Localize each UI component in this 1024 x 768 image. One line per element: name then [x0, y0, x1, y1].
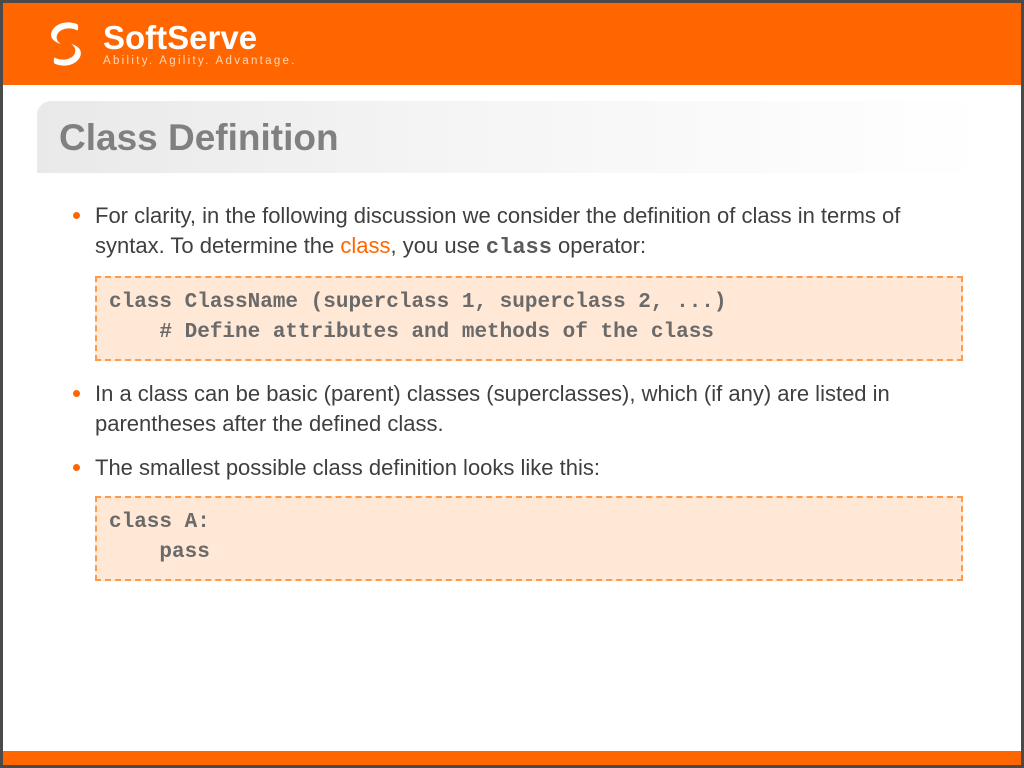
bullet-1: For clarity, in the following discussion…: [73, 201, 963, 262]
bullet-2: In a class can be basic (parent) classes…: [73, 379, 963, 438]
bullet-1-highlight: class: [340, 233, 390, 258]
title-bar: Class Definition: [37, 101, 987, 173]
code-2-line-1: class A:: [109, 511, 210, 534]
brand-tagline: Ability. Agility. Advantage.: [103, 56, 297, 68]
brand-logo: SoftServe Ability. Agility. Advantage.: [37, 18, 297, 70]
code-2-line-2: pass: [109, 541, 210, 564]
slide-title: Class Definition: [59, 117, 965, 159]
slide: SoftServe Ability. Agility. Advantage. C…: [3, 3, 1021, 765]
bullet-3-text: The smallest possible class definition l…: [95, 455, 600, 480]
bullet-1-text-mid: , you use: [391, 233, 486, 258]
slide-content: Class Definition For clarity, in the fol…: [3, 85, 1021, 751]
code-1-line-2: # Define attributes and methods of the c…: [109, 321, 714, 344]
header-bar: SoftServe Ability. Agility. Advantage.: [3, 3, 1021, 85]
footer-bar: [3, 751, 1021, 765]
softserve-icon: [37, 18, 95, 70]
code-block-2: class A: pass: [95, 496, 963, 581]
brand-text: SoftServe Ability. Agility. Advantage.: [103, 21, 297, 68]
code-block-1: class ClassName (superclass 1, superclas…: [95, 276, 963, 361]
bullet-list: For clarity, in the following discussion…: [37, 201, 987, 581]
bullet-2-text: In a class can be basic (parent) classes…: [95, 381, 890, 436]
bullet-3: The smallest possible class definition l…: [73, 453, 963, 483]
code-1-line-1: class ClassName (superclass 1, superclas…: [109, 291, 727, 314]
bullet-1-text-post: operator:: [552, 233, 646, 258]
brand-name: SoftServe: [103, 21, 297, 54]
bullet-1-mono: class: [486, 235, 552, 260]
